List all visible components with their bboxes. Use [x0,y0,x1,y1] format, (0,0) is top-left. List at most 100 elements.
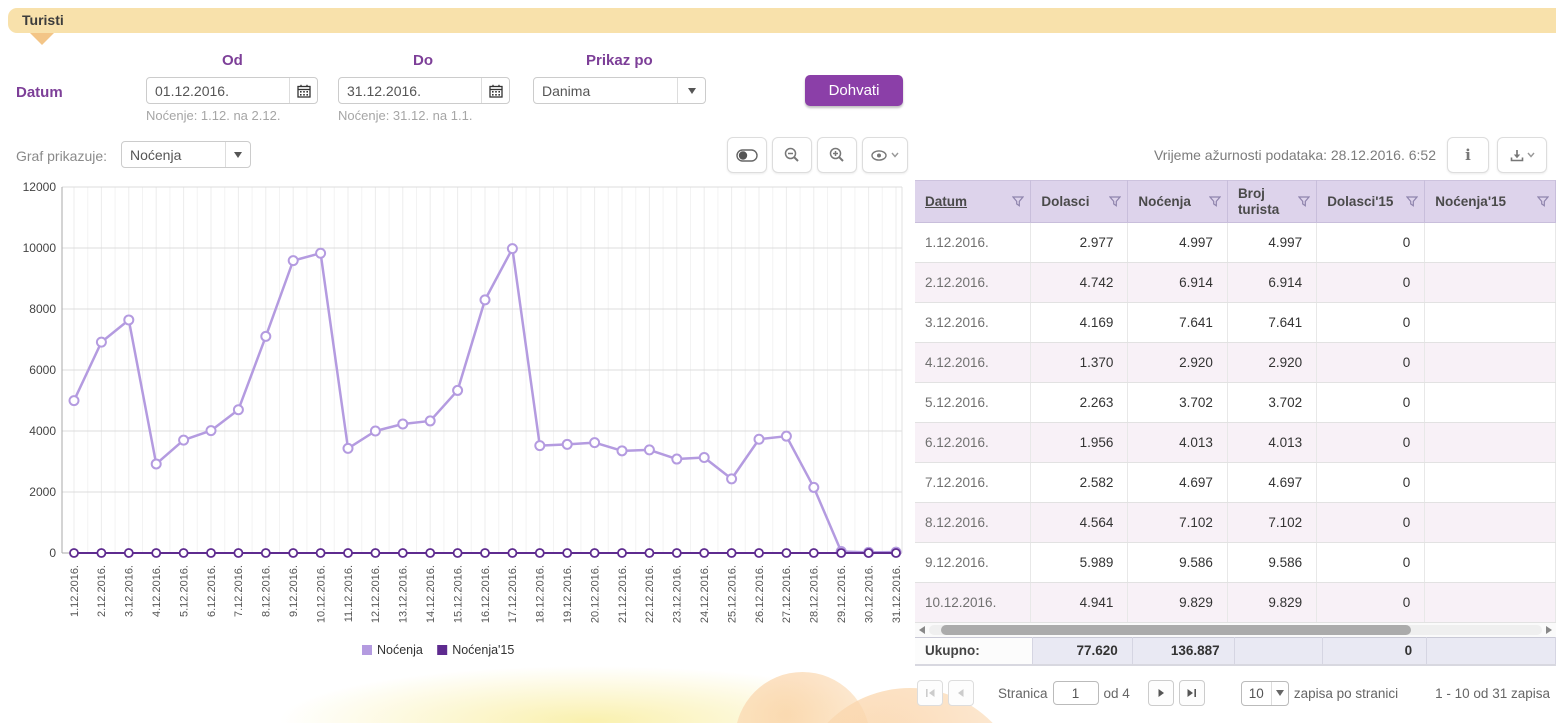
table-cell: 4.697 [1128,463,1228,503]
scroll-left-icon[interactable] [919,626,925,634]
calendar-icon[interactable] [481,78,509,103]
table-horizontal-scrollbar[interactable] [915,623,1556,637]
prikaz-po-value: Danima [534,83,677,99]
scroll-right-icon[interactable] [1546,626,1552,634]
table-cell: 10.12.2016. [915,583,1031,623]
table-cell: 6.12.2016. [915,423,1031,463]
table-cell: 0 [1317,383,1425,423]
table-cell: 8.12.2016. [915,503,1031,543]
table-row[interactable]: 8.12.2016.4.5647.1027.1020 [915,503,1556,543]
next-page-button[interactable] [1148,680,1174,706]
svg-text:21.12.2016.: 21.12.2016. [617,565,629,623]
svg-text:12.12.2016.: 12.12.2016. [370,565,382,623]
table-cell: 7.102 [1227,503,1316,543]
table-cell: 4.564 [1031,503,1128,543]
filter-icon[interactable] [1537,196,1549,207]
visibility-menu-button[interactable] [862,137,908,173]
table-cell: 2.582 [1031,463,1128,503]
column-header-datum[interactable]: Datum [915,181,1031,223]
table-row[interactable]: 7.12.2016.2.5824.6974.6970 [915,463,1556,503]
table-row[interactable]: 10.12.2016.4.9419.8299.8290 [915,583,1556,623]
table-cell: 3.702 [1227,383,1316,423]
filter-icon[interactable] [1298,196,1310,207]
column-header-broj-turista[interactable]: Broj turista [1227,181,1316,223]
svg-text:6.12.2016.: 6.12.2016. [206,565,218,617]
table-cell: 4.013 [1128,423,1228,463]
tab-turisti[interactable]: Turisti [22,12,64,28]
calendar-icon[interactable] [289,78,317,103]
column-header-dolasci-15[interactable]: Dolasci'15 [1317,181,1425,223]
svg-text:16.12.2016.: 16.12.2016. [480,565,492,623]
column-header-dolasci[interactable]: Dolasci [1031,181,1128,223]
footer-cell: 136.887 [1132,638,1234,665]
table-cell: 7.12.2016. [915,463,1031,503]
table-cell [1425,263,1556,303]
download-menu-button[interactable] [1497,137,1547,173]
table-cell: 2.263 [1031,383,1128,423]
svg-text:25.12.2016.: 25.12.2016. [726,565,738,623]
table-cell: 0 [1317,303,1425,343]
column-header-no-enja-15[interactable]: Noćenja'15 [1425,181,1556,223]
filter-icon[interactable] [1012,196,1024,207]
table-cell [1425,463,1556,503]
table-footer-row: Ukupno:77.620136.8870 [915,638,1556,665]
table-cell: 1.370 [1031,343,1128,383]
filter-icon[interactable] [1406,196,1418,207]
table-cell: 9.829 [1128,583,1228,623]
scrollbar-thumb[interactable] [941,625,1411,635]
table-row[interactable]: 5.12.2016.2.2633.7023.7020 [915,383,1556,423]
svg-text:7.12.2016.: 7.12.2016. [233,565,245,617]
table-cell: 2.920 [1227,343,1316,383]
table-cell: 4.697 [1227,463,1316,503]
svg-text:Noćenja: Noćenja [377,643,423,657]
table-cell: 0 [1317,223,1425,263]
chevron-down-icon[interactable] [677,78,705,103]
table-row[interactable]: 2.12.2016.4.7426.9146.9140 [915,263,1556,303]
page-number-input[interactable] [1053,681,1099,705]
svg-text:14.12.2016.: 14.12.2016. [425,565,437,623]
prikaz-po-select[interactable]: Danima [533,77,706,104]
column-header-no-enja[interactable]: Noćenja [1128,181,1228,223]
table-cell: 0 [1317,263,1425,303]
filter-icon[interactable] [1109,196,1121,207]
chevron-down-icon [1527,152,1535,158]
table-cell: 6.914 [1128,263,1228,303]
svg-text:17.12.2016.: 17.12.2016. [507,565,519,623]
zoom-out-button[interactable] [772,137,812,173]
table-cell: 0 [1317,463,1425,503]
dohvati-button[interactable]: Dohvati [805,75,903,106]
graf-prikazuje-select[interactable]: Noćenja [121,141,251,168]
chevron-down-icon[interactable] [225,142,250,167]
footer-cell: Ukupno: [915,638,1033,665]
page-size-select[interactable]: 10 [1241,681,1289,706]
zoom-in-button[interactable] [817,137,857,173]
graf-prikazuje-value: Noćenja [122,147,225,163]
data-table: DatumDolasciNoćenjaBroj turistaDolasci'1… [915,180,1556,666]
filter-icon[interactable] [1209,196,1221,207]
svg-text:26.12.2016.: 26.12.2016. [754,565,766,623]
footer-cell: 0 [1322,638,1426,665]
svg-text:2000: 2000 [29,485,56,499]
date-from-input[interactable]: 01.12.2016. [146,77,318,104]
table-row[interactable]: 9.12.2016.5.9899.5869.5860 [915,543,1556,583]
zoom-in-icon [829,147,845,163]
table-cell [1425,543,1556,583]
toggle-series-button[interactable] [727,137,767,173]
of-pages-label: od 4 [1104,686,1130,701]
svg-text:9.12.2016.: 9.12.2016. [288,565,300,617]
orange-circle-decoration [735,672,870,723]
svg-text:19.12.2016.: 19.12.2016. [562,565,574,623]
date-to-input[interactable]: 31.12.2016. [338,77,510,104]
first-page-icon [925,688,936,698]
table-cell: 0 [1317,543,1425,583]
table-row[interactable]: 3.12.2016.4.1697.6417.6410 [915,303,1556,343]
table-row[interactable]: 4.12.2016.1.3702.9202.9200 [915,343,1556,383]
table-row[interactable]: 6.12.2016.1.9564.0134.0130 [915,423,1556,463]
table-cell: 9.586 [1128,543,1228,583]
first-page-button[interactable] [917,680,943,706]
od-label: Od [222,52,243,69]
table-row[interactable]: 1.12.2016.2.9774.9974.9970 [915,223,1556,263]
previous-page-button[interactable] [948,680,974,706]
info-button[interactable]: i [1447,137,1489,173]
last-page-button[interactable] [1179,680,1205,706]
